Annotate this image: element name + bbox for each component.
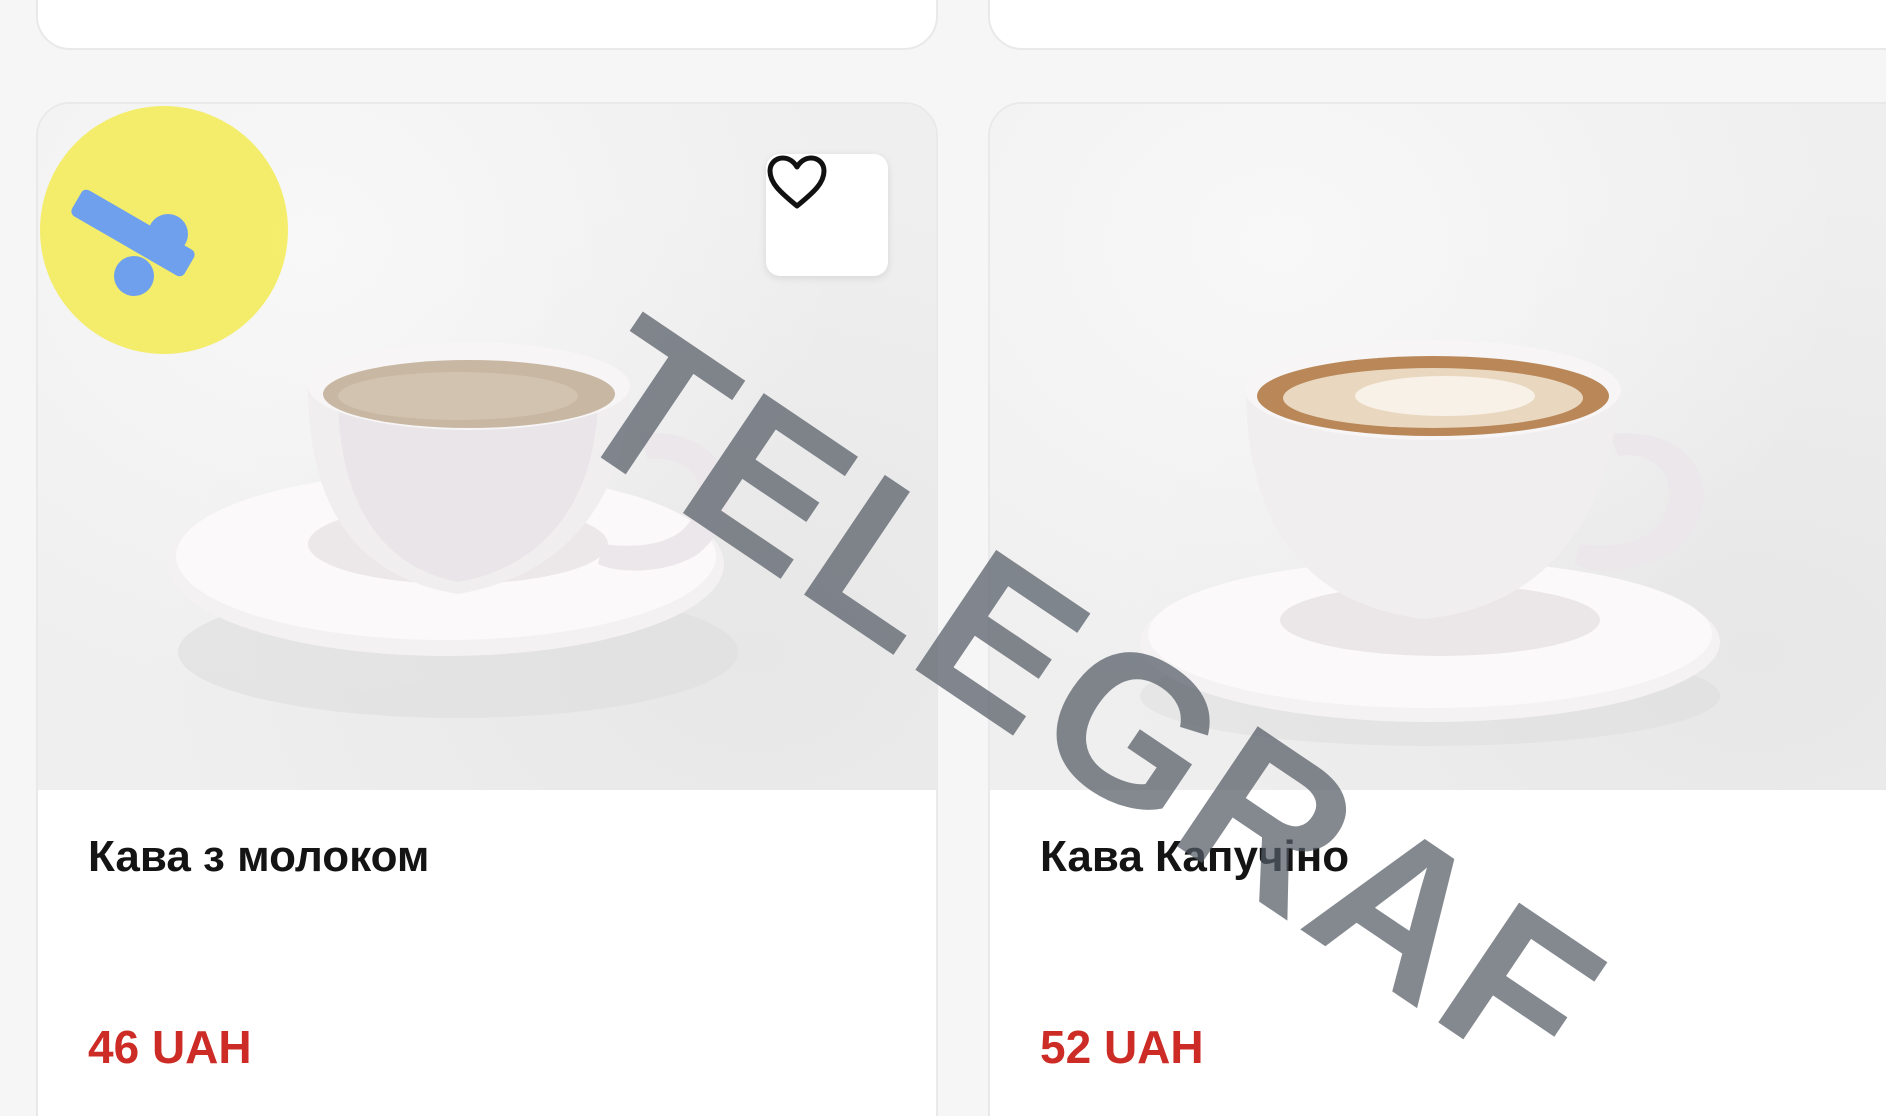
product-card-partial[interactable] [36,0,938,50]
product-title[interactable]: Кава з молоком [88,832,429,882]
product-image[interactable] [990,104,1886,790]
telegraf-logo-icon [40,106,288,354]
product-grid: Кава з молоком 46 UAH Кава Капучіно 52 U… [0,0,1886,1116]
product-image[interactable] [38,104,936,790]
product-price: 46 UAH [88,1021,252,1073]
product-title[interactable]: Кава Капучіно [1040,832,1349,882]
favorite-button[interactable] [766,154,888,276]
product-price: 52 UAH [1040,1021,1204,1073]
heart-outline-icon [767,155,827,209]
product-card-partial[interactable] [988,0,1886,50]
product-card-cappuccino[interactable]: Кава Капучіно 52 UAH [988,102,1886,1116]
product-card-coffee-with-milk[interactable]: Кава з молоком 46 UAH [36,102,938,1116]
